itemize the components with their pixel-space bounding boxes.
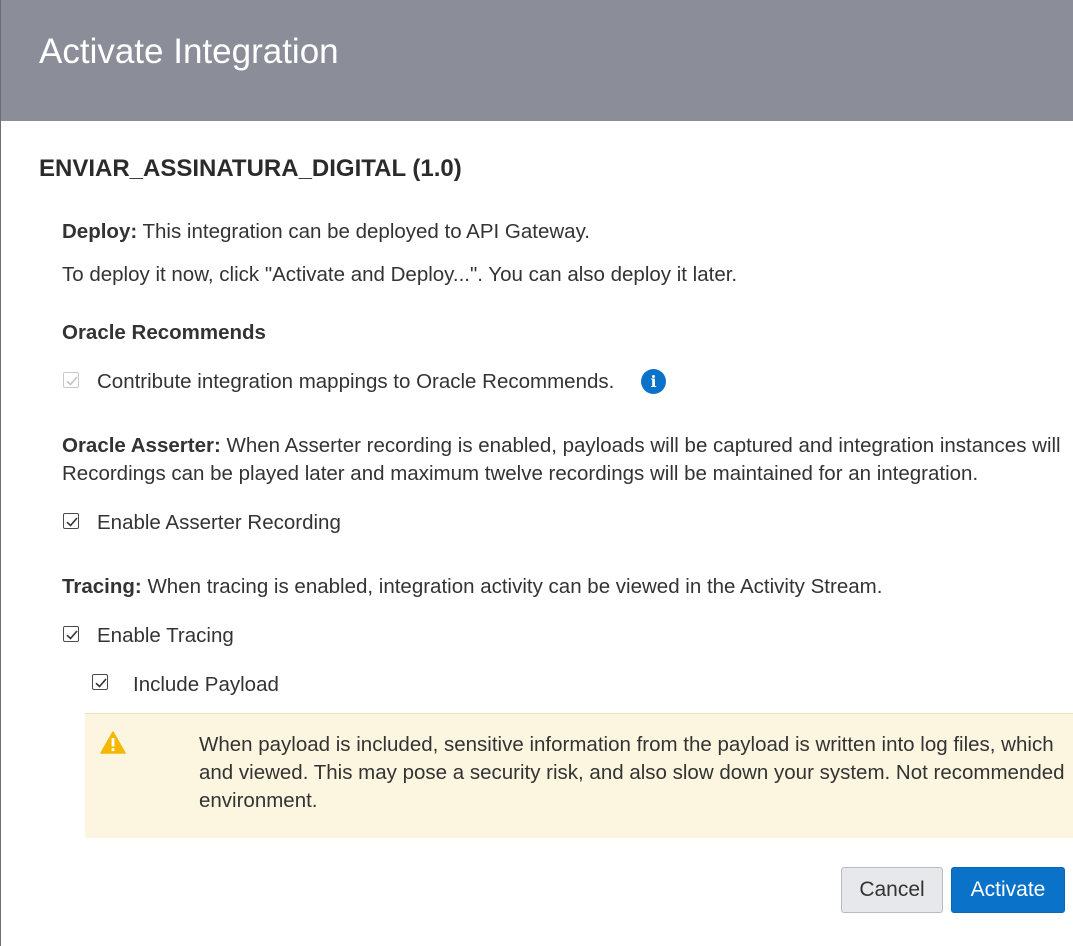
tracing-description: Tracing: When tracing is enabled, integr…: [62, 573, 882, 601]
asserter-label: Oracle Asserter:: [62, 434, 221, 457]
deploy-label: Deploy:: [62, 220, 138, 243]
warning-line-2: and viewed. This may pose a security ris…: [199, 761, 1065, 784]
tracing-label: Tracing:: [62, 575, 142, 598]
recommends-heading: Oracle Recommends: [62, 321, 266, 344]
integration-name: ENVIAR_ASSINATURA_DIGITAL (1.0): [39, 155, 462, 182]
contribute-mappings-checkbox[interactable]: [63, 372, 79, 388]
enable-tracing-label: Enable Tracing: [97, 624, 234, 647]
deploy-description: Deploy: This integration can be deployed…: [62, 218, 590, 246]
dialog-title: Activate Integration: [39, 32, 339, 71]
warning-line-3: environment.: [199, 789, 318, 812]
asserter-text-line1: When Asserter recording is enabled, payl…: [220, 434, 1061, 457]
warning-line-1: When payload is included, sensitive info…: [199, 733, 1054, 756]
warning-icon: [100, 731, 126, 759]
deploy-instruction: To deploy it now, click "Activate and De…: [62, 263, 738, 286]
asserter-text-line2: Recordings can be played later and maxim…: [62, 462, 979, 485]
include-payload-label: Include Payload: [133, 673, 279, 696]
enable-tracing-checkbox[interactable]: [63, 626, 79, 642]
cancel-button[interactable]: Cancel: [841, 867, 943, 913]
activate-integration-dialog: Activate Integration ENVIAR_ASSINATURA_D…: [0, 0, 1073, 946]
payload-warning-text: When payload is included, sensitive info…: [199, 731, 1065, 815]
enable-asserter-checkbox[interactable]: [63, 513, 79, 529]
activate-button[interactable]: Activate: [951, 867, 1065, 913]
contribute-mappings-label: Contribute integration mappings to Oracl…: [97, 370, 615, 393]
include-payload-checkbox[interactable]: [92, 674, 108, 690]
enable-asserter-label: Enable Asserter Recording: [97, 511, 341, 534]
asserter-description: Oracle Asserter: When Asserter recording…: [62, 432, 1061, 460]
deploy-text: This integration can be deployed to API …: [137, 220, 591, 243]
dialog-header: Activate Integration: [1, 0, 1073, 121]
info-icon[interactable]: i: [641, 369, 666, 394]
tracing-text: When tracing is enabled, integration act…: [141, 575, 883, 598]
